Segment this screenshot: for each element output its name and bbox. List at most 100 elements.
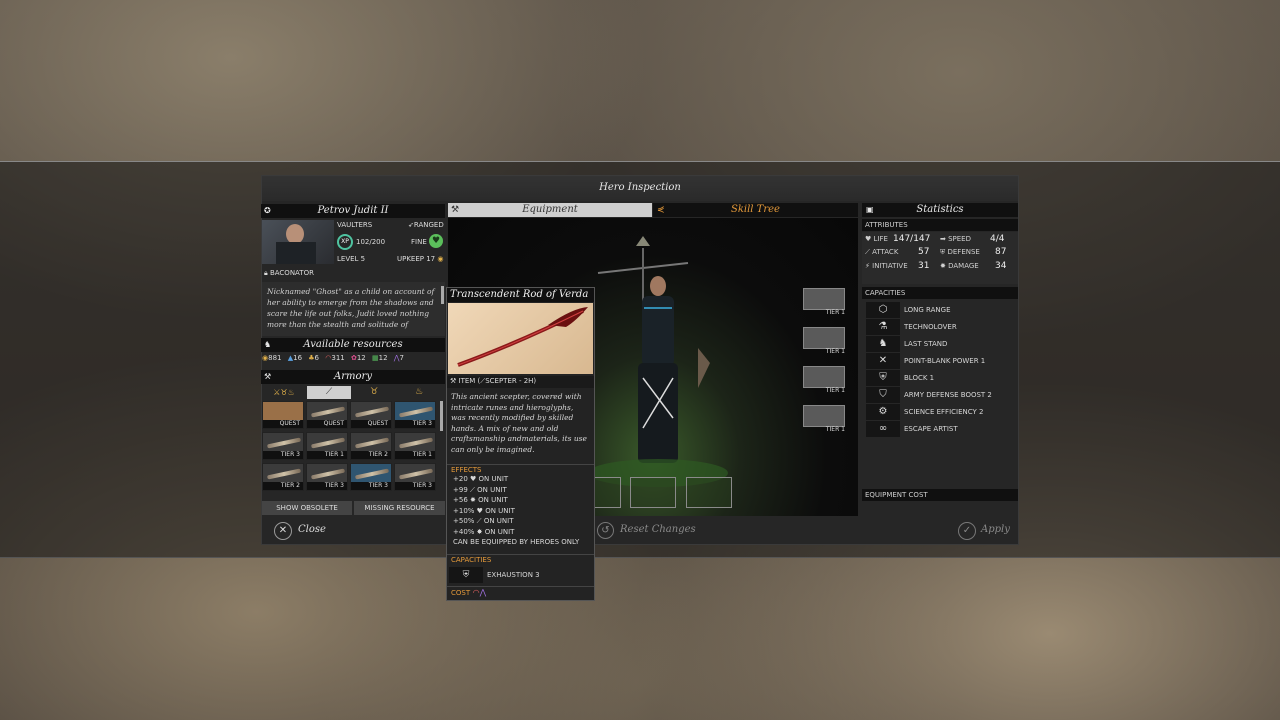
armory-item[interactable]: TIER 2 <box>262 463 304 491</box>
armory-item[interactable]: QUEST <box>350 401 392 429</box>
upkeep-label: UPKEEP 17 ◉ <box>397 255 444 263</box>
last-stand-icon: ♞ <box>866 336 900 352</box>
check-icon[interactable]: ✓ <box>958 522 976 540</box>
life-value: 147/147 <box>893 234 931 244</box>
sword-icon: ⟋ <box>470 485 475 494</box>
status-label: FINE <box>411 238 427 246</box>
heart-icon: ♥ <box>865 235 874 243</box>
capacity-last-stand[interactable]: ♞ LAST STAND <box>862 336 1018 352</box>
tooltip-cost: COST ◠⋀ <box>447 586 594 600</box>
armory-item[interactable]: TIER 1 <box>306 432 348 460</box>
filter-accessory-tab[interactable]: ♨ <box>397 386 441 399</box>
capacity-block[interactable]: ⛨ BLOCK 1 <box>862 370 1018 386</box>
show-obsolete-button[interactable]: SHOW OBSOLETE <box>262 501 352 515</box>
level-label: LEVEL 5 <box>337 255 366 263</box>
dust-icon: ◉ <box>435 255 444 263</box>
armory-item[interactable]: QUEST <box>262 401 304 429</box>
tooltip-item-type: ⚒ ITEM (⟋SCEPTER - 2H) <box>447 376 594 388</box>
accessory-slot[interactable] <box>630 477 676 508</box>
close-icon[interactable]: ✕ <box>274 522 292 540</box>
initiative-value: 31 <box>918 261 930 271</box>
equipment-cost-label: EQUIPMENT COST <box>862 489 1018 501</box>
reset-icon[interactable]: ↺ <box>597 522 614 539</box>
faction-label: VAULTERS <box>337 221 373 229</box>
damage-value: 34 <box>995 261 1007 271</box>
initiative-stat: ⚡︎ INITIATIVE <box>865 262 908 270</box>
apply-button[interactable]: Apply <box>981 524 1010 535</box>
science-icon: ⚙ <box>866 404 900 420</box>
defense-stat: ⛨ DEFENSE <box>940 248 980 256</box>
technolover-icon: ⚗ <box>866 319 900 335</box>
antimatter-icon: ⋀ <box>479 588 487 597</box>
reset-changes-button[interactable]: Reset Changes <box>620 524 696 535</box>
anvil-icon: ⚒ <box>450 377 459 385</box>
tab-skill-tree[interactable]: ⋞ Skill Tree <box>653 203 858 217</box>
equipped-boots-slot[interactable] <box>803 405 845 427</box>
burst-icon: ✸ <box>470 496 476 504</box>
armory-item[interactable]: TIER 2 <box>350 432 392 460</box>
filter-all-tab[interactable]: ⚔♉♨ <box>262 386 306 399</box>
heart-icon: ♥ <box>470 475 477 483</box>
heart-status-icon: ♥ <box>429 234 443 248</box>
tab-equipment[interactable]: ⚒ Equipment <box>448 203 652 217</box>
effects-label: EFFECTS <box>451 466 482 474</box>
capacity-point-blank[interactable]: ✕ POINT-BLANK POWER 1 <box>862 353 1018 369</box>
xp-value: 102/200 <box>356 238 386 246</box>
armory-item[interactable]: TIER 1 <box>394 432 436 460</box>
damage-stat: ✸ DAMAGE <box>940 262 979 270</box>
equipped-armor-slot[interactable] <box>803 327 845 349</box>
tooltip-capacities-label: CAPACITIES <box>451 556 492 564</box>
capacity-technolover[interactable]: ⚗ TECHNOLOVER <box>862 319 1018 335</box>
speed-stat: ➡ SPEED <box>940 235 971 243</box>
filter-armor-tab[interactable]: ♉ <box>352 386 396 399</box>
army-defense-icon: ⛉ <box>866 387 900 403</box>
tooltip-effects: EFFECTS +20 ♥ ON UNIT +99 ⟋ ON UNIT +56 … <box>447 464 594 554</box>
armory-item[interactable]: TIER 3 <box>394 463 436 491</box>
defense-value: 87 <box>995 247 1007 257</box>
hero-portrait[interactable] <box>262 220 334 264</box>
effect-line: +56 ✸ ON UNIT <box>453 496 508 504</box>
armory-item[interactable]: TIER 3 <box>262 432 304 460</box>
resources-icon: ♞ <box>264 340 272 349</box>
equip-note: CAN BE EQUIPPED BY HEROES ONLY <box>453 538 580 546</box>
speed-value: 4/4 <box>990 234 1005 244</box>
armory-header: ⚒ Armory <box>261 370 445 384</box>
close-button[interactable]: Close <box>298 524 326 535</box>
equipped-helmet-tier: TIER 1 <box>825 309 845 316</box>
equipped-gloves-slot[interactable] <box>803 366 845 388</box>
armory-scrollbar[interactable] <box>440 401 443 431</box>
armory-item[interactable]: TIER 3 <box>394 401 436 429</box>
armory-item[interactable]: QUEST <box>306 401 348 429</box>
burst-icon: ✸ <box>940 262 949 270</box>
armory-item[interactable]: TIER 3 <box>306 463 348 491</box>
capacity-escape-artist[interactable]: ∞ ESCAPE ARTIST <box>862 421 1018 437</box>
equipped-helmet-slot[interactable] <box>803 288 845 310</box>
statistics-header: ▣ Statistics <box>862 203 1018 217</box>
filter-weapon-tab[interactable]: ⟋ <box>307 386 351 399</box>
hero-title: 🔒︎ BACONATOR <box>264 269 314 277</box>
chart-icon: ▣ <box>866 205 874 214</box>
resources-header: ♞ Available resources <box>261 338 445 352</box>
capacity-science[interactable]: ⚙ SCIENCE EFFICIENCY 2 <box>862 404 1018 420</box>
attack-stat: ⟋ ATTACK <box>865 248 899 256</box>
effect-line: +20 ♥ ON UNIT <box>453 475 509 483</box>
resources-row: ◉881 ▲16 ♣6 ◠311 ✿12 ▦12 ⋀7 <box>262 354 404 362</box>
capacity-army-defense[interactable]: ⛉ ARMY DEFENSE BOOST 2 <box>862 387 1018 403</box>
effect-line: +99 ⟋ ON UNIT <box>453 485 507 494</box>
medal-icon: ✪ <box>264 206 271 215</box>
attack-type: ➶RANGED <box>408 221 444 229</box>
portrait-body <box>276 242 316 264</box>
bio-scrollbar[interactable] <box>441 286 444 304</box>
point-blank-icon: ✕ <box>866 353 900 369</box>
equipped-boots-tier: TIER 1 <box>825 426 845 433</box>
arrow-right-icon: ➡ <box>940 235 949 243</box>
share-tree-icon: ⋞ <box>657 205 665 215</box>
capacity-long-range[interactable]: ⬡ LONG RANGE <box>862 302 1018 318</box>
missing-resource-button[interactable]: MISSING RESOURCE <box>354 501 445 515</box>
capacities-label: CAPACITIES <box>862 287 1018 299</box>
long-range-icon: ⬡ <box>866 302 900 318</box>
effect-line: +50% ⟋ ON UNIT <box>453 517 514 525</box>
armory-item[interactable]: TIER 3 <box>350 463 392 491</box>
exhaustion-shield-icon: ⛨ <box>449 567 483 583</box>
accessory-slot[interactable] <box>686 477 732 508</box>
